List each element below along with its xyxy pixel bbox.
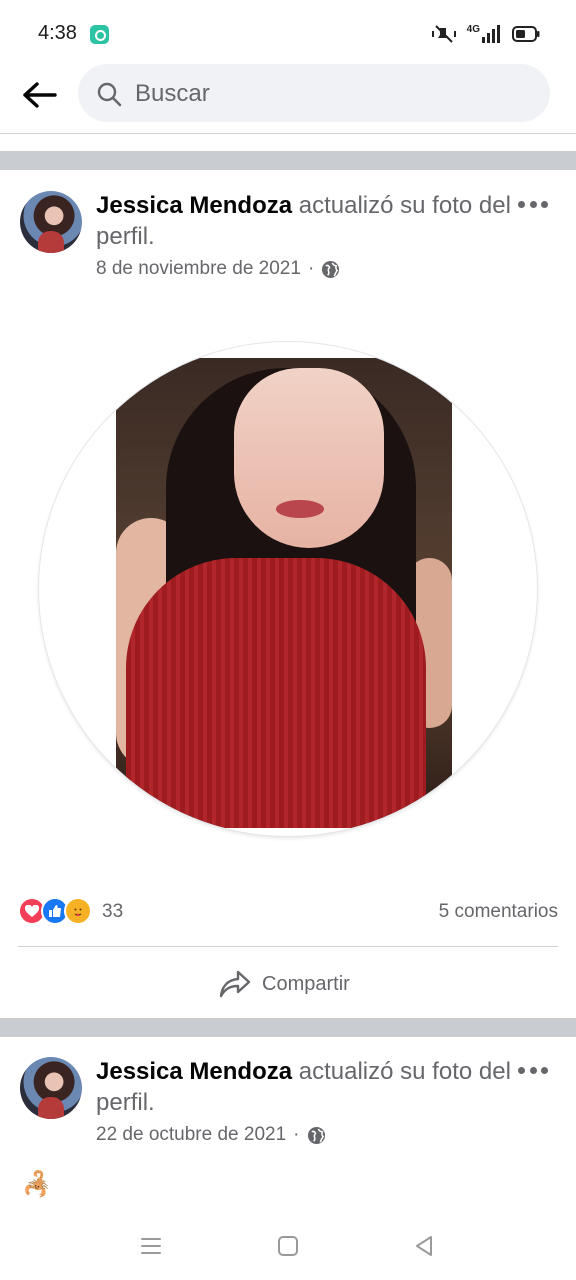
dot-icon bbox=[529, 200, 537, 208]
dot-icon bbox=[518, 200, 525, 208]
feed-divider bbox=[0, 151, 576, 170]
battery-icon bbox=[512, 26, 540, 42]
post-meta: 22 de octubre de 2021 · bbox=[96, 1124, 326, 1146]
system-nav-bar bbox=[0, 1214, 576, 1280]
back-button[interactable] bbox=[18, 74, 60, 116]
status-bar: 4:38 4G bbox=[0, 0, 576, 70]
post-card: Jessica Mendoza actualizó su foto del pe… bbox=[0, 1037, 576, 1214]
home-icon[interactable] bbox=[276, 1234, 300, 1258]
post-date[interactable]: 22 de octubre de 2021 bbox=[96, 1124, 286, 1146]
globe-icon bbox=[307, 1126, 325, 1144]
search-header: Buscar bbox=[0, 62, 576, 134]
feed-divider bbox=[0, 1018, 576, 1037]
back-triangle-icon[interactable] bbox=[412, 1234, 436, 1258]
author-name[interactable]: Jessica Mendoza bbox=[96, 1058, 292, 1085]
globe-icon bbox=[322, 260, 340, 278]
author-name[interactable]: Jessica Mendoza bbox=[96, 192, 292, 219]
search-placeholder: Buscar bbox=[135, 80, 210, 107]
post-caption: 🦂 bbox=[22, 1170, 52, 1200]
meta-separator: · bbox=[293, 1124, 300, 1145]
dot-icon bbox=[541, 200, 548, 208]
comments-link[interactable]: 5 comentarios bbox=[439, 901, 558, 923]
action-divider bbox=[18, 946, 558, 947]
reactions-summary[interactable]: 33 5 comentarios bbox=[18, 893, 558, 929]
signal-icon: 4G bbox=[467, 25, 502, 43]
post-date[interactable]: 8 de noviembre de 2021 bbox=[96, 258, 301, 280]
search-icon bbox=[97, 82, 122, 107]
status-time: 4:38 bbox=[38, 22, 77, 44]
app-notification-icon bbox=[90, 25, 109, 44]
network-type: 4G bbox=[466, 24, 480, 35]
dot-icon bbox=[541, 1066, 548, 1074]
mute-icon bbox=[431, 25, 456, 43]
recent-apps-icon[interactable] bbox=[139, 1234, 163, 1258]
search-input[interactable]: Buscar bbox=[78, 64, 550, 122]
more-options-button[interactable] bbox=[518, 1060, 548, 1080]
meta-separator: · bbox=[307, 258, 315, 279]
profile-photo[interactable] bbox=[39, 342, 537, 836]
post-title: Jessica Mendoza actualizó su foto del pe… bbox=[96, 1056, 516, 1118]
reaction-icons bbox=[18, 897, 92, 925]
profile-photo-image bbox=[116, 358, 452, 828]
share-button[interactable]: Compartir bbox=[218, 964, 350, 1004]
care-reaction-icon bbox=[64, 897, 92, 925]
share-label: Compartir bbox=[262, 972, 350, 995]
post-meta: 8 de noviembre de 2021 · bbox=[96, 258, 340, 280]
reaction-count: 33 bbox=[102, 901, 124, 922]
avatar[interactable] bbox=[20, 1057, 82, 1119]
more-options-button[interactable] bbox=[518, 194, 548, 214]
post-title: Jessica Mendoza actualizó su foto del pe… bbox=[96, 190, 516, 252]
avatar[interactable] bbox=[20, 191, 82, 253]
status-indicators: 4G bbox=[431, 24, 540, 44]
share-icon bbox=[219, 970, 251, 998]
dot-icon bbox=[529, 1066, 537, 1074]
arrow-left-icon bbox=[23, 82, 57, 108]
scorpion-emoji: 🦂 bbox=[22, 1171, 52, 1198]
dot-icon bbox=[518, 1066, 525, 1074]
